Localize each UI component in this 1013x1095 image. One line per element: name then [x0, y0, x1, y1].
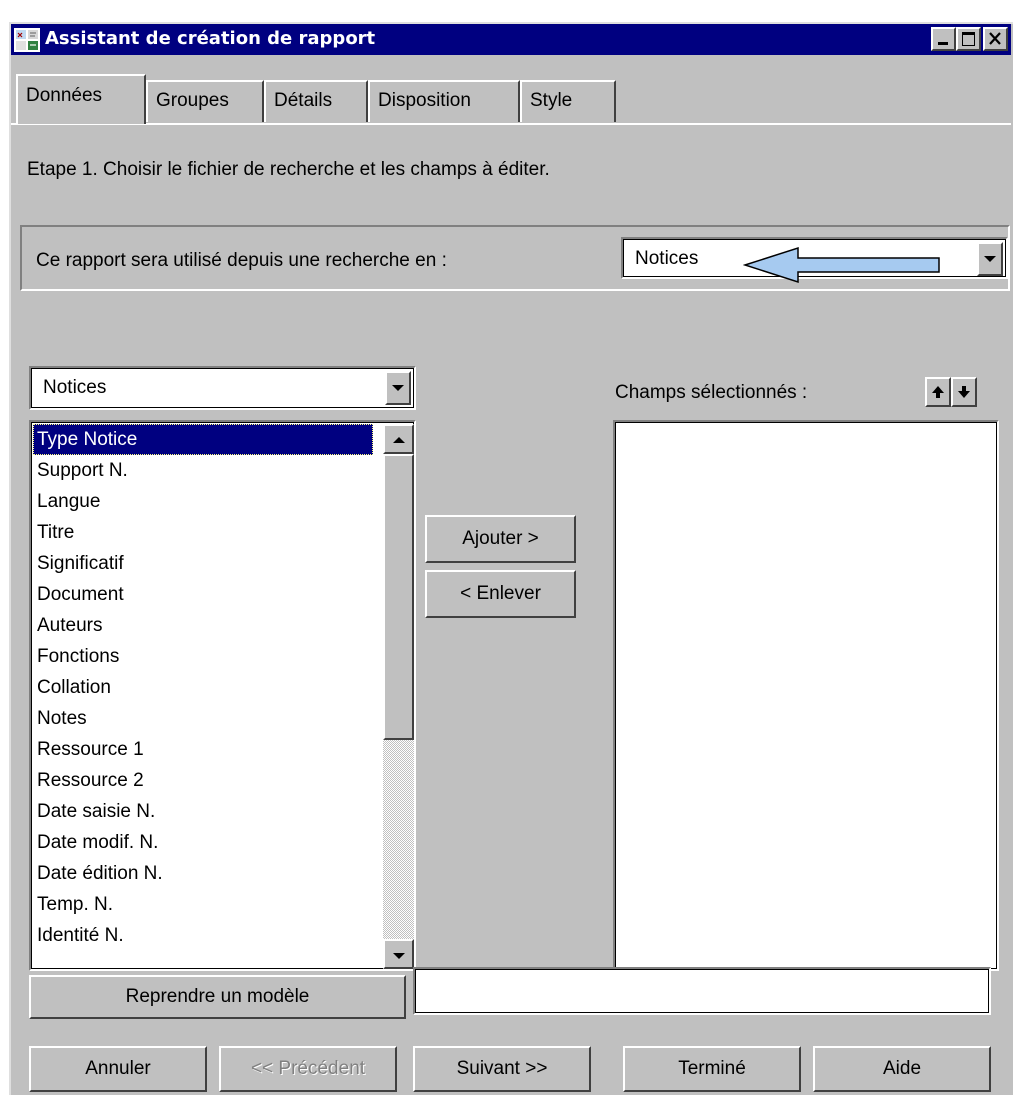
maximize-button[interactable] — [956, 27, 981, 51]
previous-button[interactable]: << Précédent — [219, 1046, 397, 1092]
cancel-label: Annuler — [85, 1058, 151, 1079]
chevron-up-icon — [393, 437, 405, 443]
next-label: Suivant >> — [456, 1058, 548, 1079]
title-bar[interactable]: Assistant de création de rapport — [11, 24, 1011, 55]
load-template-label: Reprendre un modèle — [125, 986, 310, 1007]
available-field-item[interactable]: Significatif — [33, 548, 373, 579]
remove-field-label: < Enlever — [460, 583, 541, 604]
tab-panel-edge — [11, 123, 1011, 125]
available-field-item[interactable]: Collation — [33, 672, 373, 703]
add-field-button[interactable]: Ajouter > — [425, 515, 576, 563]
available-field-item[interactable]: Notes — [33, 703, 373, 734]
available-field-item[interactable]: Type Notice — [33, 424, 373, 455]
search-scope-label: Ce rapport sera utilisé depuis une reche… — [36, 250, 447, 271]
available-field-item[interactable]: Temp. N. — [33, 889, 373, 920]
tab-disposition[interactable]: Disposition — [368, 80, 520, 122]
available-field-item[interactable]: Auteurs — [33, 610, 373, 641]
tab-label: Style — [530, 90, 573, 111]
chevron-down-icon — [393, 953, 405, 959]
minimize-icon — [938, 42, 948, 45]
close-icon — [989, 32, 1001, 45]
tab-label: Données — [26, 85, 103, 106]
available-field-item[interactable]: Langue — [33, 486, 373, 517]
tab-style[interactable]: Style — [520, 80, 616, 122]
source-file-value: Notices — [43, 377, 107, 398]
app-icon — [14, 28, 40, 57]
available-fields-items: Type Notice Support N. Langue Titre Signific… — [33, 424, 373, 951]
arrow-up-icon — [932, 386, 944, 398]
scroll-thumb[interactable] — [383, 454, 414, 740]
available-field-item[interactable]: Identité N. — [33, 920, 373, 951]
available-field-item[interactable]: Support N. — [33, 455, 373, 486]
move-up-button[interactable] — [925, 377, 951, 407]
tab-details[interactable]: Détails — [264, 80, 368, 122]
tab-label: Groupes — [156, 90, 229, 111]
tab-groupes[interactable]: Groupes — [146, 80, 264, 122]
move-down-button[interactable] — [951, 377, 977, 407]
next-button[interactable]: Suivant >> — [413, 1046, 591, 1092]
cancel-button[interactable]: Annuler — [29, 1046, 207, 1092]
scroll-down-button[interactable] — [383, 939, 414, 969]
minimize-button[interactable] — [931, 27, 956, 51]
tab-donnees[interactable]: Données — [16, 74, 146, 124]
step-instruction: Etape 1. Choisir le fichier de recherche… — [27, 159, 550, 180]
available-field-item[interactable]: Date modif. N. — [33, 827, 373, 858]
finish-button[interactable]: Terminé — [623, 1046, 801, 1092]
available-field-item[interactable]: Ressource 2 — [33, 765, 373, 796]
available-field-item[interactable]: Document — [33, 579, 373, 610]
source-file-dropdown-button[interactable] — [385, 371, 411, 405]
tab-label: Disposition — [378, 90, 471, 111]
finish-label: Terminé — [678, 1058, 746, 1079]
close-button[interactable] — [983, 27, 1008, 51]
remove-field-button[interactable]: < Enlever — [425, 570, 576, 618]
search-scope-value: Notices — [635, 248, 699, 269]
available-fields-list[interactable]: Type Notice Support N. Langue Titre Signific… — [29, 420, 416, 971]
window-title: Assistant de création de rapport — [45, 28, 376, 49]
scroll-up-button[interactable] — [383, 424, 414, 454]
template-name-input[interactable] — [413, 967, 991, 1015]
tab-label: Détails — [274, 90, 333, 111]
selected-fields-list[interactable] — [613, 420, 999, 971]
available-field-item[interactable]: Ressource 1 — [33, 734, 373, 765]
available-field-item[interactable]: Date édition N. — [33, 858, 373, 889]
available-field-item[interactable]: Date saisie N. — [33, 796, 373, 827]
chevron-down-icon — [984, 256, 996, 262]
chevron-down-icon — [392, 385, 404, 391]
available-field-item[interactable]: Titre — [33, 517, 373, 548]
arrow-down-icon — [958, 386, 970, 398]
previous-label: << Précédent — [250, 1058, 366, 1079]
source-file-select[interactable]: Notices — [29, 366, 416, 410]
annotation-arrow-icon — [743, 246, 940, 284]
load-template-button[interactable]: Reprendre un modèle — [29, 975, 406, 1019]
search-scope-dropdown-button[interactable] — [977, 242, 1003, 276]
maximize-icon — [962, 32, 975, 46]
help-label: Aide — [882, 1058, 922, 1079]
available-field-item[interactable]: Fonctions — [33, 641, 373, 672]
help-button[interactable]: Aide — [813, 1046, 991, 1092]
add-field-label: Ajouter > — [462, 528, 539, 549]
selected-fields-label: Champs sélectionnés : — [615, 382, 808, 403]
